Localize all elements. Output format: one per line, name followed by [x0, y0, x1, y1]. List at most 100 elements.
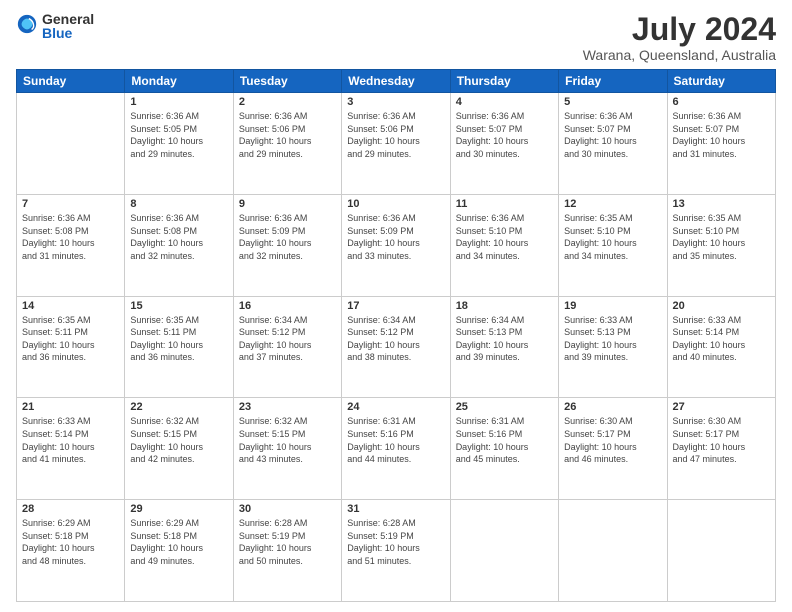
day-info: Sunrise: 6:34 AM Sunset: 5:12 PM Dayligh… — [239, 314, 336, 364]
table-row: 9Sunrise: 6:36 AM Sunset: 5:09 PM Daylig… — [233, 194, 341, 296]
day-number: 9 — [239, 198, 336, 210]
calendar-table: Sunday Monday Tuesday Wednesday Thursday… — [16, 69, 776, 602]
day-number: 3 — [347, 96, 444, 108]
table-row: 26 Sunrise: 6:30 AM Sunset: 5:17 PM Dayli… — [559, 398, 667, 500]
day-info: Sunrise: 6:35 AM Sunset: 5:10 PM Dayligh… — [673, 212, 770, 262]
title-block: July 2024 Warana, Queensland, Australia — [583, 12, 776, 63]
day-number: 18 — [456, 300, 553, 312]
day-number: 15 — [130, 300, 227, 312]
day-info: Sunrise: 6:34 AM Sunset: 5:13 PM Dayligh… — [456, 314, 553, 364]
day-info: Sunrise: 6:35 AM Sunset: 5:11 PM Dayligh… — [130, 314, 227, 364]
table-row: 27 Sunrise: 6:30 AM Sunset: 5:17 PM Dayli… — [667, 398, 775, 500]
header-saturday: Saturday — [667, 70, 775, 93]
table-row: 30 Sunrise: 6:28 AM Sunset: 5:19 PM Dayli… — [233, 500, 341, 602]
table-row: 5 Sunrise: 6:36 AM Sunset: 5:07 PM Daylig… — [559, 93, 667, 195]
header-tuesday: Tuesday — [233, 70, 341, 93]
day-info: Sunrise: 6:35 AM Sunset: 5:10 PM Dayligh… — [564, 212, 661, 262]
table-row: 14 Sunrise: 6:35 AM Sunset: 5:11 PM Dayli… — [17, 296, 125, 398]
day-info: Sunrise: 6:30 AM Sunset: 5:17 PM Dayligh… — [564, 415, 661, 465]
day-number: 6 — [673, 96, 770, 108]
table-row: 31 Sunrise: 6:28 AM Sunset: 5:19 PM Dayli… — [342, 500, 450, 602]
calendar-week-4: 21 Sunrise: 6:33 AM Sunset: 5:14 PM Dayli… — [17, 398, 776, 500]
day-number: 30 — [239, 503, 336, 515]
header-wednesday: Wednesday — [342, 70, 450, 93]
day-info: Sunrise: 6:28 AM Sunset: 5:19 PM Dayligh… — [239, 517, 336, 567]
day-info: Sunrise: 6:36 AM Sunset: 5:07 PM Dayligh… — [673, 110, 770, 160]
table-row: 4Sunrise: 6:36 AM Sunset: 5:07 PM Daylig… — [450, 93, 558, 195]
logo-blue: Blue — [42, 26, 94, 40]
day-number: 4 — [456, 96, 553, 108]
table-row: 21 Sunrise: 6:33 AM Sunset: 5:14 PM Dayli… — [17, 398, 125, 500]
day-number: 5 — [564, 96, 661, 108]
day-number: 20 — [673, 300, 770, 312]
table-row: 20 Sunrise: 6:33 AM Sunset: 5:14 PM Dayli… — [667, 296, 775, 398]
day-number: 28 — [22, 503, 119, 515]
calendar-week-3: 14 Sunrise: 6:35 AM Sunset: 5:11 PM Dayli… — [17, 296, 776, 398]
day-info: Sunrise: 6:36 AM Sunset: 5:06 PM Dayligh… — [239, 110, 336, 160]
table-row: 15 Sunrise: 6:35 AM Sunset: 5:11 PM Dayli… — [125, 296, 233, 398]
day-info: Sunrise: 6:36 AM Sunset: 5:09 PM Dayligh… — [347, 212, 444, 262]
table-row: 12Sunrise: 6:35 AM Sunset: 5:10 PM Dayli… — [559, 194, 667, 296]
day-info: Sunrise: 6:28 AM Sunset: 5:19 PM Dayligh… — [347, 517, 444, 567]
table-row: 18 Sunrise: 6:34 AM Sunset: 5:13 PM Dayli… — [450, 296, 558, 398]
header-sunday: Sunday — [17, 70, 125, 93]
day-number: 8 — [130, 198, 227, 210]
day-info: Sunrise: 6:36 AM Sunset: 5:08 PM Dayligh… — [22, 212, 119, 262]
table-row: 3 Sunrise: 6:36 AM Sunset: 5:06 PM Daylig… — [342, 93, 450, 195]
day-info: Sunrise: 6:33 AM Sunset: 5:14 PM Dayligh… — [22, 415, 119, 465]
day-info: Sunrise: 6:31 AM Sunset: 5:16 PM Dayligh… — [347, 415, 444, 465]
logo-text: General Blue — [42, 12, 94, 40]
day-info: Sunrise: 6:36 AM Sunset: 5:06 PM Dayligh… — [347, 110, 444, 160]
day-info: Sunrise: 6:33 AM Sunset: 5:13 PM Dayligh… — [564, 314, 661, 364]
day-number: 27 — [673, 401, 770, 413]
sub-title: Warana, Queensland, Australia — [583, 47, 776, 63]
day-number: 24 — [347, 401, 444, 413]
day-number: 23 — [239, 401, 336, 413]
calendar-week-5: 28 Sunrise: 6:29 AM Sunset: 5:18 PM Dayli… — [17, 500, 776, 602]
day-number: 17 — [347, 300, 444, 312]
table-row: 10 Sunrise: 6:36 AM Sunset: 5:09 PM Dayli… — [342, 194, 450, 296]
table-row: 28 Sunrise: 6:29 AM Sunset: 5:18 PM Dayli… — [17, 500, 125, 602]
table-row — [667, 500, 775, 602]
day-number: 7 — [22, 198, 119, 210]
header-friday: Friday — [559, 70, 667, 93]
day-number: 31 — [347, 503, 444, 515]
table-row: 2Sunrise: 6:36 AM Sunset: 5:06 PM Daylig… — [233, 93, 341, 195]
table-row: 24 Sunrise: 6:31 AM Sunset: 5:16 PM Dayli… — [342, 398, 450, 500]
day-info: Sunrise: 6:29 AM Sunset: 5:18 PM Dayligh… — [130, 517, 227, 567]
day-number: 26 — [564, 401, 661, 413]
day-info: Sunrise: 6:33 AM Sunset: 5:14 PM Dayligh… — [673, 314, 770, 364]
logo: General Blue — [16, 12, 94, 40]
calendar-header-row: Sunday Monday Tuesday Wednesday Thursday… — [17, 70, 776, 93]
table-row: 7 Sunrise: 6:36 AM Sunset: 5:08 PM Daylig… — [17, 194, 125, 296]
day-number: 13 — [673, 198, 770, 210]
day-number: 19 — [564, 300, 661, 312]
day-info: Sunrise: 6:30 AM Sunset: 5:17 PM Dayligh… — [673, 415, 770, 465]
day-number: 29 — [130, 503, 227, 515]
day-info: Sunrise: 6:36 AM Sunset: 5:10 PM Dayligh… — [456, 212, 553, 262]
table-row: 19 Sunrise: 6:33 AM Sunset: 5:13 PM Dayli… — [559, 296, 667, 398]
table-row: 25Sunrise: 6:31 AM Sunset: 5:16 PM Dayli… — [450, 398, 558, 500]
table-row: 1Sunrise: 6:36 AM Sunset: 5:05 PM Daylig… — [125, 93, 233, 195]
logo-general: General — [42, 12, 94, 26]
table-row: 23 Sunrise: 6:32 AM Sunset: 5:15 PM Dayli… — [233, 398, 341, 500]
day-number: 14 — [22, 300, 119, 312]
header-monday: Monday — [125, 70, 233, 93]
day-info: Sunrise: 6:29 AM Sunset: 5:18 PM Dayligh… — [22, 517, 119, 567]
day-number: 11 — [456, 198, 553, 210]
table-row — [17, 93, 125, 195]
day-info: Sunrise: 6:34 AM Sunset: 5:12 PM Dayligh… — [347, 314, 444, 364]
day-info: Sunrise: 6:36 AM Sunset: 5:07 PM Dayligh… — [564, 110, 661, 160]
day-number: 10 — [347, 198, 444, 210]
day-info: Sunrise: 6:36 AM Sunset: 5:08 PM Dayligh… — [130, 212, 227, 262]
table-row: 11 Sunrise: 6:36 AM Sunset: 5:10 PM Dayli… — [450, 194, 558, 296]
table-row: 8 Sunrise: 6:36 AM Sunset: 5:08 PM Daylig… — [125, 194, 233, 296]
table-row: 22Sunrise: 6:32 AM Sunset: 5:15 PM Dayli… — [125, 398, 233, 500]
day-info: Sunrise: 6:32 AM Sunset: 5:15 PM Dayligh… — [239, 415, 336, 465]
main-title: July 2024 — [583, 12, 776, 47]
day-info: Sunrise: 6:35 AM Sunset: 5:11 PM Dayligh… — [22, 314, 119, 364]
day-number: 21 — [22, 401, 119, 413]
day-number: 16 — [239, 300, 336, 312]
header-thursday: Thursday — [450, 70, 558, 93]
day-info: Sunrise: 6:32 AM Sunset: 5:15 PM Dayligh… — [130, 415, 227, 465]
